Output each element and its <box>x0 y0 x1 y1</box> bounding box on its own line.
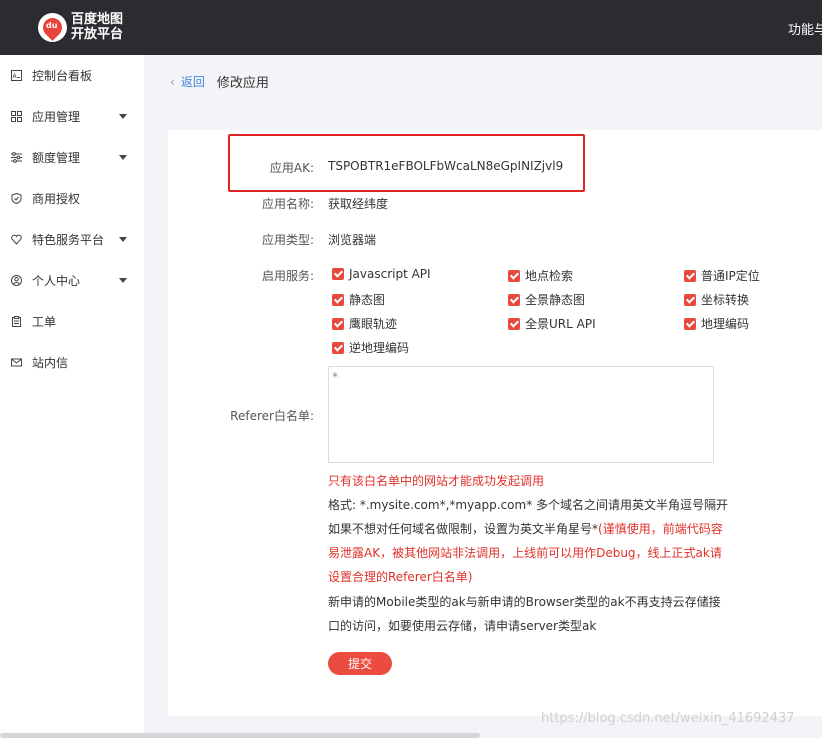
sliders-icon <box>11 151 22 163</box>
services-label: 启用服务: <box>261 269 314 283</box>
referer-format-text: 格式: *.mysite.com*,*myapp.com* 多个域名之间请用英文… <box>328 498 729 512</box>
breadcrumb: ‹ 返回 修改应用 <box>170 72 269 92</box>
chevron-down-icon <box>119 277 127 283</box>
service-label: 全景静态图 <box>525 293 586 307</box>
service-checkbox-eagle-track[interactable]: 鹰眼轨迹 <box>332 315 397 332</box>
chevron-down-icon <box>119 154 127 160</box>
sidebar-item-label: 工单 <box>32 314 57 329</box>
service-label: 坐标转换 <box>701 293 750 307</box>
sidebar-item-commercial-license[interactable]: 商用授权 <box>0 184 144 212</box>
sidebar-item-personal-center[interactable]: 个人中心 <box>0 266 144 294</box>
sidebar-item-inbox[interactable]: 站内信 <box>0 348 144 376</box>
sidebar-item-dashboard[interactable]: A 控制台看板 <box>0 61 144 89</box>
svg-text:A: A <box>13 73 18 80</box>
service-checkbox-panorama-static[interactable]: 全景静态图 <box>508 291 585 308</box>
chevron-down-icon <box>119 236 127 242</box>
map-pin-logo-icon: du <box>38 12 67 42</box>
checkbox-checked-icon <box>684 269 696 282</box>
app-type-value: 浏览器端 <box>328 233 377 247</box>
referer-caution-line-end: 设置合理的Referer白名单) <box>328 570 473 584</box>
sidebar-item-app-management[interactable]: 应用管理 <box>0 102 144 130</box>
service-checkbox-place-search[interactable]: 地点检索 <box>508 267 573 284</box>
service-checkbox-ip-location[interactable]: 普通IP定位 <box>684 267 760 284</box>
wildcard-caution: (谨慎使用，前端代码容 <box>598 522 723 536</box>
service-label: 地点检索 <box>525 269 574 283</box>
mail-icon <box>11 357 22 368</box>
back-link[interactable]: 返回 <box>181 73 205 90</box>
sidebar-item-label: 应用管理 <box>32 109 81 124</box>
cloud-storage-note-end: 口的访问，如要使用云存储，请申请server类型ak <box>328 619 597 633</box>
service-label: 静态图 <box>349 293 386 307</box>
referer-label: Referer白名单: <box>230 409 314 423</box>
chevron-left-icon[interactable]: ‹ <box>170 75 175 89</box>
logo-line2: 开放平台 <box>71 27 124 42</box>
checkbox-checked-icon <box>332 341 344 354</box>
logo-du-text: du <box>46 20 58 30</box>
service-label: 地理编码 <box>701 317 750 331</box>
service-label: Javascript API <box>349 267 431 281</box>
referer-caution-line: 易泄露AK，被其他网站非法调用，上线前可以用作Debug，线上正式ak请 <box>328 546 722 560</box>
service-label: 全景URL API <box>525 317 596 331</box>
sidebar-item-label: 控制台看板 <box>32 68 93 83</box>
sidebar-item-label: 商用授权 <box>32 191 81 206</box>
heart-shield-icon <box>11 234 22 245</box>
baidu-map-logo[interactable]: du 百度地图 开放平台 <box>38 12 123 42</box>
ak-label: 应用AK: <box>269 161 314 175</box>
checkbox-checked-icon <box>508 269 520 282</box>
service-label: 普通IP定位 <box>701 269 760 283</box>
checkbox-checked-icon <box>332 317 344 330</box>
app-name-label: 应用名称: <box>261 197 314 211</box>
checkbox-checked-icon <box>684 293 696 306</box>
app-type-label: 应用类型: <box>261 233 314 247</box>
logo-text: 百度地图 开放平台 <box>71 12 123 42</box>
dashboard-icon: A <box>11 69 22 81</box>
referer-warning-text: 只有该白名单中的网站才能成功发起调用 <box>328 474 545 488</box>
shield-icon <box>11 192 22 204</box>
service-checkbox-javascript-api[interactable]: Javascript API <box>332 267 431 281</box>
sidebar-item-label: 个人中心 <box>32 273 81 288</box>
sidebar-item-label: 站内信 <box>32 355 69 370</box>
clipboard-icon <box>11 315 22 327</box>
checkbox-checked-icon <box>332 293 344 306</box>
horizontal-scrollbar[interactable] <box>0 733 480 738</box>
page-title: 修改应用 <box>216 76 269 91</box>
service-checkbox-geocoding[interactable]: 地理编码 <box>684 315 749 332</box>
sidebar-item-label: 特色服务平台 <box>32 232 105 247</box>
sidebar-item-label: 额度管理 <box>32 150 81 165</box>
submit-button[interactable]: 提交 <box>328 652 392 675</box>
grid-icon <box>11 110 22 122</box>
sidebar-item-quota-management[interactable]: 额度管理 <box>0 143 144 171</box>
checkbox-checked-icon <box>508 317 520 330</box>
service-checkbox-reverse-geocoding[interactable]: 逆地理编码 <box>332 339 409 356</box>
referer-wildcard-text: 如果不想对任何域名做限制，设置为英文半角星号*(谨慎使用，前端代码容 <box>328 522 723 536</box>
user-circle-icon <box>11 274 22 286</box>
logo-line1: 百度地图 <box>71 12 124 27</box>
cloud-storage-note: 新申请的Mobile类型的ak与新申请的Browser类型的ak不再支持云存储接 <box>328 595 721 609</box>
app-name-value: 获取经纬度 <box>328 197 389 211</box>
service-label: 逆地理编码 <box>349 341 410 355</box>
sidebar-item-work-order[interactable]: 工单 <box>0 307 144 335</box>
service-label: 鹰眼轨迹 <box>349 317 398 331</box>
service-checkbox-panorama-url[interactable]: 全景URL API <box>508 315 596 332</box>
checkbox-checked-icon <box>508 293 520 306</box>
service-checkbox-coord-convert[interactable]: 坐标转换 <box>684 291 749 308</box>
sidebar-item-featured-services[interactable]: 特色服务平台 <box>0 225 144 253</box>
checkbox-checked-icon <box>684 317 696 330</box>
checkbox-checked-icon <box>332 268 344 280</box>
top-bar: du 百度地图 开放平台 功能与 <box>0 0 822 55</box>
wildcard-hint: 如果不想对任何域名做限制，设置为英文半角星号* <box>328 522 599 536</box>
top-nav-features[interactable]: 功能与 <box>788 19 822 38</box>
sidebar: A 控制台看板 应用管理 额度管理 商用授权 特色服务平台 个人中心 工单 站内… <box>0 55 144 738</box>
csdn-watermark: https://blog.csdn.net/weixin_41692437 <box>541 711 795 726</box>
referer-whitelist-textarea[interactable]: * <box>328 366 714 463</box>
ak-value: TSPOBTR1eFBOLFbWcaLN8eGpINIZjvl9 <box>328 159 564 173</box>
chevron-down-icon <box>119 113 127 119</box>
service-checkbox-static-map[interactable]: 静态图 <box>332 291 385 308</box>
